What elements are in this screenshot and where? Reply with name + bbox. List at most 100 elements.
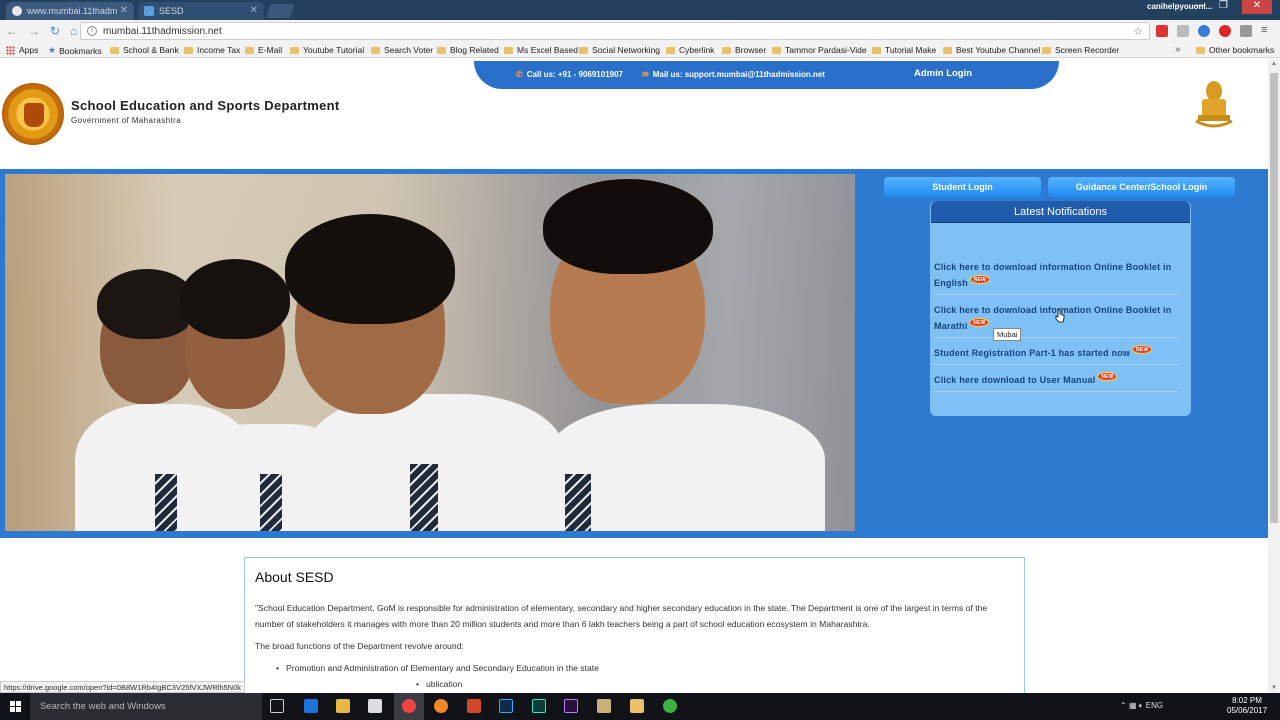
bookmark-folder[interactable]: Blog Related xyxy=(437,45,499,55)
scroll-up-icon[interactable]: ▲ xyxy=(1270,61,1278,67)
folder-icon xyxy=(371,46,380,54)
folder-icon xyxy=(110,46,119,54)
volume-icon[interactable]: 🔈︎ xyxy=(1139,701,1144,710)
close-tab-icon[interactable]: ✕ xyxy=(120,5,128,16)
taskbar-search-input[interactable]: Search the web and Windows xyxy=(30,693,262,720)
audition-icon[interactable] xyxy=(532,699,546,713)
extension-icon[interactable] xyxy=(1177,25,1189,37)
folder-icon xyxy=(722,46,731,54)
bookmark-folder[interactable]: Cyberlink xyxy=(666,45,714,55)
notification-item[interactable]: Click here to download information Onlin… xyxy=(934,259,1178,295)
site-title: School Education and Sports Department xyxy=(71,98,340,113)
photoshop-icon[interactable] xyxy=(499,699,513,713)
bookmark-folder[interactable]: Ms Excel Based xyxy=(504,45,578,55)
bookmark-folder[interactable]: Search Voter xyxy=(371,45,433,55)
folder-app-icon[interactable] xyxy=(630,699,644,713)
bookmark-folder[interactable]: Tammor Pardasi-Vide xyxy=(772,45,867,55)
edge-icon[interactable] xyxy=(304,699,318,713)
firefox-icon[interactable] xyxy=(434,699,448,713)
clock-date: 05/06/2017 xyxy=(1227,706,1268,715)
bookmark-folder[interactable]: Best Youtube Channel xyxy=(943,45,1040,55)
maharashtra-seal-logo[interactable] xyxy=(2,83,64,145)
about-intro: The broad functions of the Department re… xyxy=(255,641,464,651)
bookmark-folder[interactable]: Browser xyxy=(722,45,766,55)
premiere-icon[interactable] xyxy=(564,699,578,713)
notification-item[interactable]: Student Registration Part-1 has started … xyxy=(934,345,1178,365)
chrome-icon[interactable] xyxy=(402,699,416,713)
windows-start-icon[interactable] xyxy=(0,693,30,720)
clock-time: 8:02 PM xyxy=(1232,696,1262,705)
site-subtitle: Government of Maharashtra xyxy=(71,116,182,125)
status-bar-url: https://drive.google.com/open?id=0B8W1Rb… xyxy=(0,681,246,693)
call-info: ✆ Call us: +91 - 9069101907 xyxy=(516,70,623,79)
bookmark-apps[interactable]: Apps xyxy=(6,45,38,55)
folder-icon xyxy=(1196,46,1205,54)
home-icon[interactable]: ⌂ xyxy=(70,24,77,38)
windows-taskbar: Search the web and Windows ⌃ ▦ 🔈︎ ENG 8:… xyxy=(0,693,1280,720)
media-app-icon[interactable] xyxy=(597,699,611,713)
new-tab-button[interactable] xyxy=(265,4,295,18)
tab-mumbai-11thadmission[interactable]: www.mumbai.11thadm ✕ xyxy=(6,2,134,20)
extension-icon[interactable] xyxy=(1156,25,1168,37)
more-bookmarks-icon[interactable]: » xyxy=(1175,44,1181,55)
bookmark-folder[interactable]: Youtube Tutorial xyxy=(290,45,364,55)
powerpoint-icon[interactable] xyxy=(467,699,481,713)
student-login-button[interactable]: Student Login xyxy=(884,177,1041,197)
file-explorer-icon[interactable] xyxy=(336,699,350,713)
minimize-icon[interactable]: — xyxy=(1195,0,1205,14)
other-bookmarks[interactable]: Other bookmarks xyxy=(1196,45,1274,55)
guidance-center-login-button[interactable]: Guidance Center/School Login xyxy=(1048,177,1235,197)
close-window-icon[interactable]: ✕ xyxy=(1242,0,1272,14)
task-view-icon[interactable] xyxy=(270,699,284,713)
extension-icon[interactable] xyxy=(1219,25,1231,37)
bookmark-folder[interactable]: Income Tax xyxy=(184,45,240,55)
folder-icon xyxy=(504,46,513,54)
close-tab-icon[interactable]: ✕ xyxy=(250,5,258,16)
bookmark-folder[interactable]: School & Bank xyxy=(110,45,179,55)
bookmark-folder[interactable]: E-Mail xyxy=(245,45,282,55)
folder-icon xyxy=(772,46,781,54)
bookmark-folder[interactable]: Social Networking xyxy=(579,45,660,55)
bookmark-bookmarks[interactable]: ★ Bookmarks xyxy=(48,45,102,56)
tab-sesd[interactable]: SESD ✕ xyxy=(138,2,264,20)
scroll-down-icon[interactable]: ▼ xyxy=(1270,685,1278,691)
utorrent-icon[interactable] xyxy=(663,699,677,713)
new-badge-icon: NEW xyxy=(1132,345,1153,354)
browser-toolbar: ← → ↻ ⌂ i mumbai.11thadmission.net ☆ ≡ xyxy=(0,20,1280,42)
tab-label: SESD xyxy=(159,6,184,16)
forward-icon[interactable]: → xyxy=(28,24,40,38)
menu-icon[interactable]: ≡ xyxy=(1261,25,1273,37)
national-emblem-logo xyxy=(1195,81,1233,128)
tray-up-icon[interactable]: ⌃ xyxy=(1120,701,1127,710)
extension-icons: ≡ xyxy=(1156,25,1273,37)
folder-icon xyxy=(290,46,299,54)
reload-icon[interactable]: ↻ xyxy=(50,24,60,38)
system-tray: ⌃ ▦ 🔈︎ ENG xyxy=(1120,701,1163,711)
network-icon[interactable]: ▦ xyxy=(1129,701,1137,710)
folder-icon xyxy=(872,46,881,54)
about-title: About SESD xyxy=(255,569,334,585)
store-icon[interactable] xyxy=(368,699,382,713)
notifications-heading: Latest Notifications xyxy=(931,201,1190,223)
about-paragraph: "School Education Department, GoM is res… xyxy=(255,603,988,629)
maximize-icon[interactable]: ❐ xyxy=(1219,0,1228,14)
scroll-thumb[interactable] xyxy=(1270,73,1278,523)
star-icon: ★ xyxy=(48,45,57,55)
bookmark-folder[interactable]: Screen Recorder xyxy=(1042,45,1119,55)
extension-icon[interactable] xyxy=(1198,25,1210,37)
page-scrollbar[interactable]: ▲ ▼ xyxy=(1268,59,1280,693)
admin-login-link[interactable]: Admin Login xyxy=(914,68,972,79)
phone-icon: ✆ xyxy=(516,70,523,79)
apps-icon xyxy=(6,45,15,55)
language-indicator[interactable]: ENG xyxy=(1146,701,1163,710)
system-clock[interactable]: 8:02 PM 05/06/2017 xyxy=(1227,696,1267,716)
mail-info[interactable]: ✉ Mail us: support.mumbai@11thadmission.n… xyxy=(642,70,825,79)
bookmark-star-icon[interactable]: ☆ xyxy=(1133,25,1143,38)
notification-item[interactable]: Click here download to User Manual NEW xyxy=(934,372,1178,392)
address-bar[interactable]: i mumbai.11thadmission.net ☆ xyxy=(80,22,1150,40)
bookmark-folder[interactable]: Tutorial Make xyxy=(872,45,936,55)
info-icon[interactable]: i xyxy=(87,26,97,36)
back-icon[interactable]: ← xyxy=(6,24,18,38)
extension-icon[interactable] xyxy=(1240,25,1252,37)
folder-icon xyxy=(943,46,952,54)
